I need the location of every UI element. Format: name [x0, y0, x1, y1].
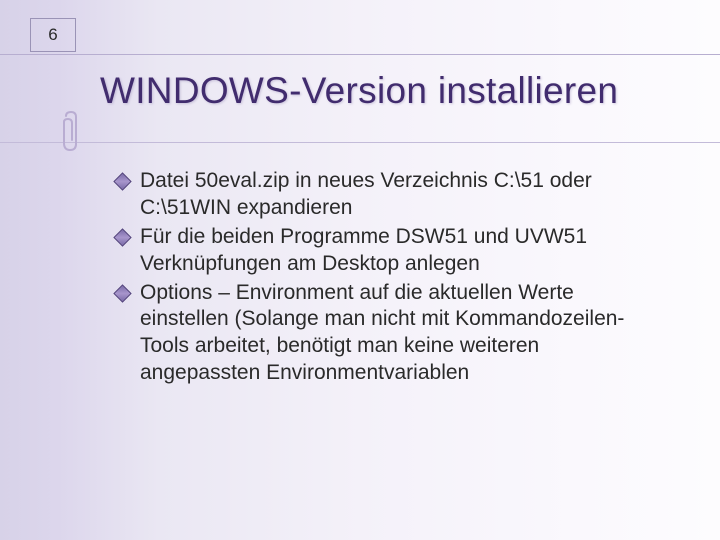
- list-item: Für die beiden Programme DSW51 und UVW51…: [116, 224, 650, 278]
- paperclip-icon: [58, 110, 84, 154]
- bullet-text: Options – Environment auf die aktuellen …: [140, 281, 624, 385]
- page-number-box: 6: [30, 18, 76, 52]
- slide-content: Datei 50eval.zip in neues Verzeichnis C:…: [116, 168, 650, 389]
- bullet-text: Für die beiden Programme DSW51 und UVW51…: [140, 225, 587, 275]
- slide-title: WINDOWS-Version installieren: [100, 70, 690, 112]
- page-number: 6: [48, 25, 57, 45]
- list-item: Datei 50eval.zip in neues Verzeichnis C:…: [116, 168, 650, 222]
- list-item: Options – Environment auf die aktuellen …: [116, 280, 650, 388]
- bullet-text: Datei 50eval.zip in neues Verzeichnis C:…: [140, 169, 592, 219]
